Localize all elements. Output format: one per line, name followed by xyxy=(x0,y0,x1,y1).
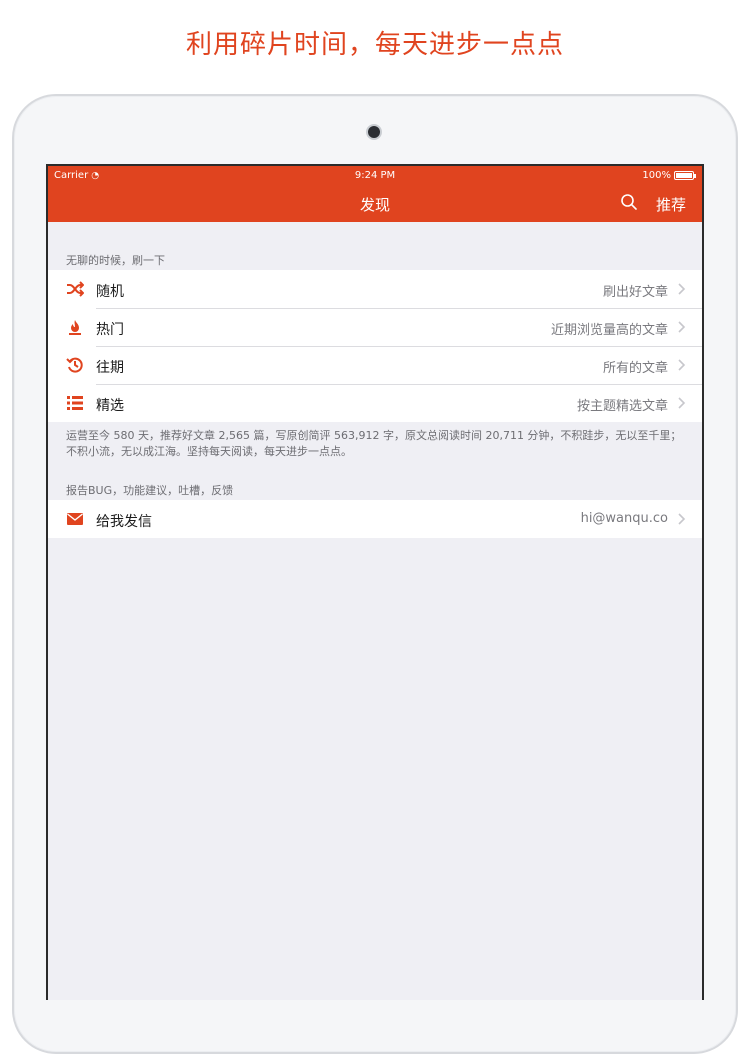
status-bar: Carrier ◔ 9:24 PM 100% xyxy=(48,170,702,184)
list-item-label: 热门 xyxy=(96,322,124,338)
list-icon xyxy=(67,396,83,410)
mail-icon xyxy=(67,513,83,525)
page-title: 发现 xyxy=(359,196,390,214)
navigation-bar: 发现 推荐 xyxy=(48,188,702,220)
recommend-button[interactable]: 推荐 xyxy=(656,194,686,215)
flame-icon xyxy=(69,320,81,335)
list-item-random[interactable]: 随机 刷出好文章 xyxy=(48,270,702,308)
chevron-right-icon xyxy=(678,397,686,409)
discover-section-header: 无聊的时候，刷一下 xyxy=(66,254,165,267)
list-item-detail: 刷出好文章 xyxy=(602,285,668,300)
discover-list: 随机 刷出好文章 热门 近期浏览量高的文章 往期 所有的文章 精选 按主题精选文… xyxy=(48,270,702,422)
promo-title: 利用碎片时间，每天进步一点点 xyxy=(185,30,564,60)
battery-icon xyxy=(674,171,696,180)
list-item-hot[interactable]: 热门 近期浏览量高的文章 xyxy=(48,308,702,346)
list-item-detail: 所有的文章 xyxy=(602,361,668,376)
list-item-label: 随机 xyxy=(96,284,124,300)
list-item-label: 给我发信 xyxy=(96,514,152,530)
battery-percent: 100% xyxy=(642,170,671,181)
history-icon xyxy=(66,357,83,373)
status-time: 9:24 PM xyxy=(354,170,396,181)
search-icon[interactable] xyxy=(620,193,638,211)
chevron-right-icon xyxy=(678,283,686,295)
feedback-section-header: 报告BUG，功能建议，吐槽，反馈 xyxy=(66,484,234,497)
chevron-right-icon xyxy=(678,513,686,525)
list-item-detail: 按主题精选文章 xyxy=(576,399,668,414)
chevron-right-icon xyxy=(678,321,686,333)
camera-icon xyxy=(368,126,380,138)
list-item-label: 精选 xyxy=(96,398,124,414)
list-item-label: 往期 xyxy=(96,360,124,376)
battery-status: 100% xyxy=(642,170,696,181)
shuffle-icon xyxy=(67,281,84,297)
list-item-email[interactable]: 给我发信 hi@wanqu.co xyxy=(48,500,702,538)
app-header: Carrier ◔ 9:24 PM 100% 发现 推荐 xyxy=(48,166,702,222)
list-item-featured[interactable]: 精选 按主题精选文章 xyxy=(48,384,702,422)
list-item-detail: 近期浏览量高的文章 xyxy=(550,323,668,338)
list-item-detail: hi@wanqu.co xyxy=(580,511,668,526)
stats-footer: 运营至今 580 天，推荐好文章 2,565 篇，写原创简评 563,912 字… xyxy=(66,429,682,458)
list-item-archive[interactable]: 往期 所有的文章 xyxy=(48,346,702,384)
app-screen: Carrier ◔ 9:24 PM 100% 发现 推荐 无聊的时候，刷一下 随… xyxy=(46,164,704,1000)
chevron-right-icon xyxy=(678,359,686,371)
feedback-list: 给我发信 hi@wanqu.co xyxy=(48,500,702,538)
